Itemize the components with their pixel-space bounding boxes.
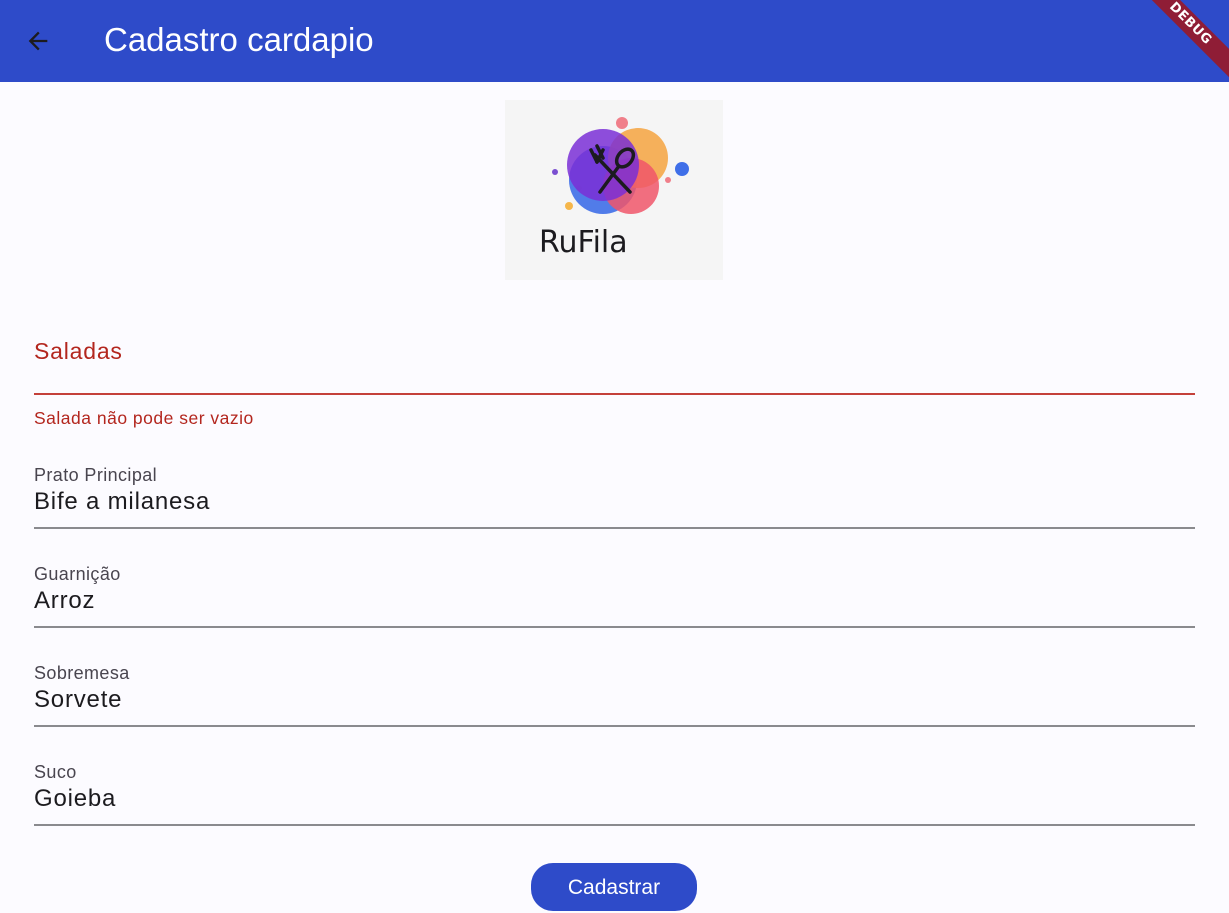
juice-label: Suco <box>34 762 77 782</box>
salad-error-message: Salada não pode ser vazio <box>34 408 254 428</box>
salad-input[interactable] <box>34 358 1195 390</box>
juice-input[interactable]: Goieba <box>34 785 1195 813</box>
side-dish-label: Guarnição <box>34 564 121 584</box>
arrow-back-icon <box>28 31 48 51</box>
rufila-logo: RuFila <box>505 100 723 280</box>
side-dish-input[interactable]: Arroz <box>34 587 1195 615</box>
dessert-label: Sobremesa <box>34 663 130 683</box>
page-title: Cadastro cardapio <box>104 21 374 58</box>
side-dish-field[interactable]: Guarnição Arroz <box>34 564 1195 629</box>
app-bar: Cadastro cardapio DEBUG <box>0 0 1229 82</box>
side-dish-underline <box>34 626 1195 628</box>
salad-input-underline <box>34 393 1195 395</box>
dessert-underline <box>34 725 1195 727</box>
dessert-field[interactable]: Sobremesa Sorvete <box>34 663 1195 728</box>
main-dish-input[interactable]: Bife a milanesa <box>34 488 1195 516</box>
main-dish-field[interactable]: Prato Principal Bife a milanesa <box>34 465 1195 530</box>
juice-underline <box>34 824 1195 826</box>
submit-button[interactable]: Cadastrar <box>531 863 697 911</box>
logo-text: RuFila <box>539 225 628 260</box>
main-dish-underline <box>34 527 1195 529</box>
back-button[interactable] <box>14 17 62 65</box>
debug-banner: DEBUG <box>1129 0 1229 82</box>
juice-field[interactable]: Suco Goieba <box>34 762 1195 827</box>
main-dish-label: Prato Principal <box>34 465 158 485</box>
dessert-input[interactable]: Sorvete <box>34 686 1195 714</box>
logo-image: RuFila <box>539 117 689 260</box>
